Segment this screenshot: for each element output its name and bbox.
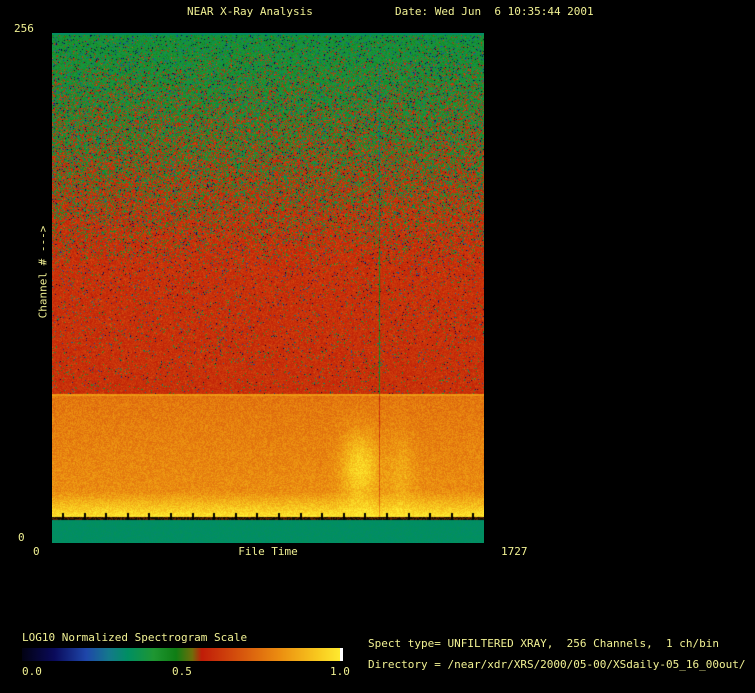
x-axis-max-label: 1727 (501, 545, 528, 558)
date-label: Date: Wed Jun 6 10:35:44 2001 (395, 5, 594, 18)
x-axis-min-label: 0 (33, 545, 40, 558)
colorbar-tick-05: 0.5 (172, 665, 192, 678)
spectrogram-plot (52, 33, 484, 543)
directory-line: Directory = /near/xdr/XRS/2000/05-00/XSd… (368, 658, 746, 671)
x-axis-title: File Time (238, 545, 298, 558)
page-title: NEAR X-Ray Analysis (187, 5, 313, 18)
colorbar-end-cap (340, 648, 343, 661)
colorbar-gradient (22, 648, 343, 661)
colorbar-tick-1: 1.0 (330, 665, 350, 678)
y-axis-min-label: 0 (18, 531, 25, 544)
spect-type-line: Spect type= UNFILTERED XRAY, 256 Channel… (368, 637, 719, 650)
y-axis-max-label: 256 (14, 22, 34, 35)
y-axis-title: Channel # ---> (36, 225, 50, 319)
colorbar-tick-0: 0.0 (22, 665, 42, 678)
colorbar-title: LOG10 Normalized Spectrogram Scale (22, 631, 248, 644)
